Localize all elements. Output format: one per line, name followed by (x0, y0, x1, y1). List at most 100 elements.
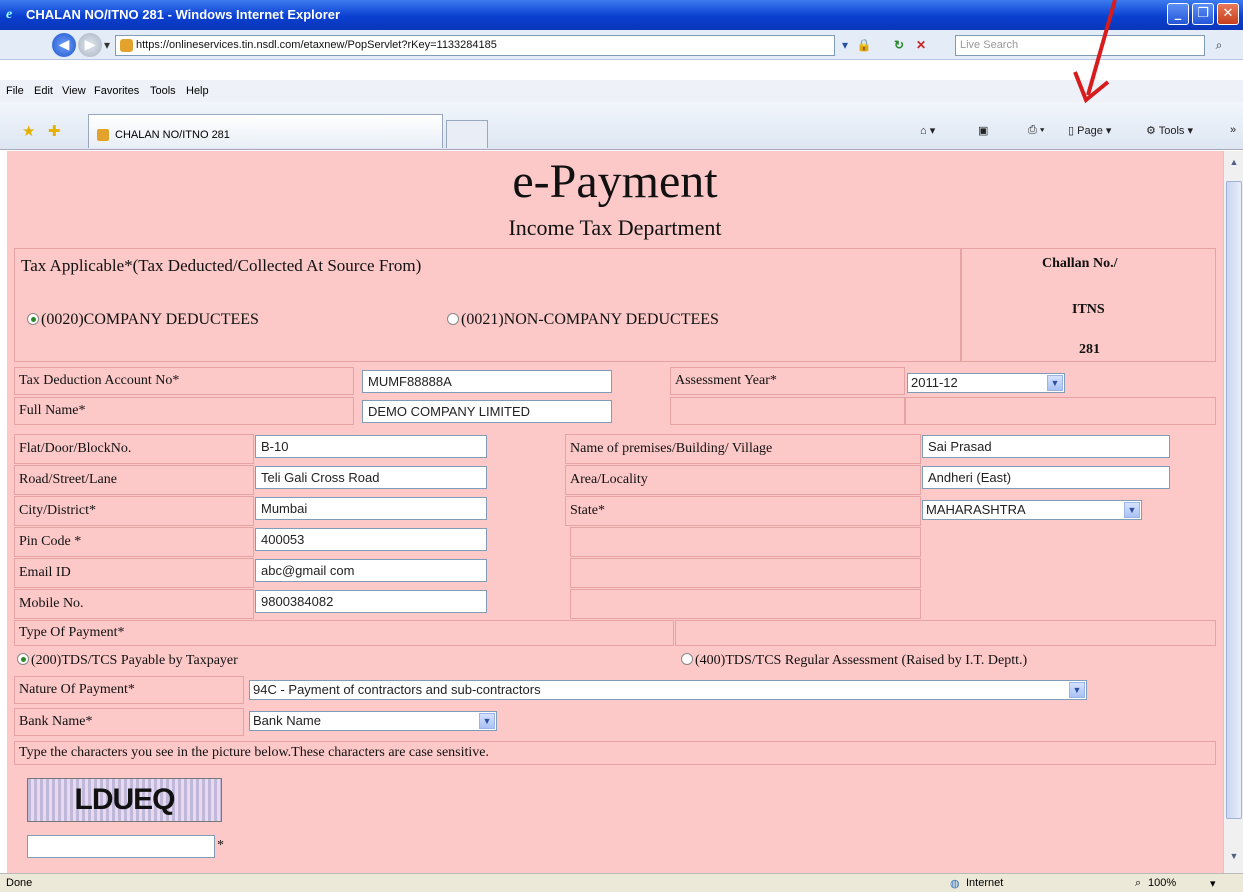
page-icon: ▯ (1068, 125, 1075, 137)
more-chevron-icon[interactable]: » (1230, 124, 1236, 136)
mobile-input[interactable]: 9800384082 (255, 590, 487, 613)
home-icon[interactable]: ⌂ ▾ (920, 124, 935, 137)
captcha-required-mark: * (217, 838, 224, 853)
nature-label: Nature Of Payment* (14, 676, 244, 704)
tan-label: Tax Deduction Account No* (14, 367, 354, 395)
page-title: e-Payment (512, 155, 718, 208)
forward-button[interactable]: ▶ (78, 33, 102, 57)
lock-icon[interactable]: 🔒 (856, 36, 872, 55)
tab-current[interactable]: CHALAN NO/ITNO 281 (88, 114, 443, 148)
road-label: Road/Street/Lane (14, 465, 254, 495)
scrollbar-thumb[interactable] (1226, 181, 1242, 819)
feeds-icon[interactable]: ▣ (978, 124, 988, 137)
add-favorite-icon[interactable]: ✚ (48, 122, 61, 140)
radio-400-regular[interactable]: (400)TDS/TCS Regular Assessment (Raised … (681, 652, 1027, 670)
window-titlebar: e CHALAN NO/ITNO 281 - Windows Internet … (0, 0, 1243, 30)
stop-icon[interactable]: ✕ (912, 36, 930, 55)
radio-selected-icon (27, 313, 39, 325)
area-input[interactable]: Andheri (East) (922, 466, 1170, 489)
history-dropdown-icon[interactable]: ▾ (104, 36, 110, 55)
menu-edit[interactable]: Edit (34, 85, 53, 97)
annotation-arrow (1073, 0, 1117, 104)
page-content: e-Payment Income Tax Department Tax Appl… (7, 151, 1223, 873)
chevron-down-icon: ▼ (1069, 682, 1085, 698)
empty-cell (570, 527, 921, 557)
assessment-year-label: Assessment Year* (670, 367, 905, 395)
flat-input[interactable]: B-10 (255, 435, 487, 458)
menu-view[interactable]: View (62, 85, 86, 97)
nature-select[interactable]: 94C - Payment of contractors and sub-con… (249, 680, 1087, 700)
scroll-up-icon[interactable]: ▲ (1226, 157, 1242, 173)
scroll-down-icon[interactable]: ▼ (1226, 851, 1242, 867)
area-label: Area/Locality (565, 465, 921, 495)
assessment-year-select[interactable]: 2011-12 ▼ (907, 373, 1065, 393)
mobile-label: Mobile No. (14, 589, 254, 619)
menu-tools[interactable]: Tools (150, 85, 176, 97)
tools-menu-button[interactable]: ⚙ Tools ▾ (1146, 124, 1193, 137)
challan-label: Challan No./ (1042, 256, 1118, 271)
tan-input[interactable]: MUMF88888A (362, 370, 612, 393)
new-tab-button[interactable] (446, 120, 488, 148)
radio-200-payable[interactable]: (200)TDS/TCS Payable by Taxpayer (17, 652, 238, 670)
page-menu-button[interactable]: ▯ Page ▾ (1068, 124, 1111, 137)
maximize-button[interactable]: ❐ (1192, 3, 1214, 25)
challan-number: 281 (1079, 342, 1100, 357)
premises-label: Name of premises/Building/ Village (565, 434, 921, 464)
gear-icon: ⚙ (1146, 125, 1156, 137)
zoom-icon: ⌕ (1135, 877, 1142, 889)
search-go-icon[interactable]: ⌕ (1210, 36, 1228, 55)
refresh-icon[interactable]: ↻ (890, 36, 908, 55)
menu-favorites[interactable]: Favorites (94, 85, 139, 97)
status-bar: Done ◍ Internet ⌕ 100% ▾ (0, 873, 1243, 892)
menu-bar: File Edit View Favorites Tools Help (0, 80, 1243, 102)
favorites-star-icon[interactable]: ★ (22, 122, 35, 140)
premises-input[interactable]: Sai Prasad (922, 435, 1170, 458)
status-text: Done (6, 877, 33, 889)
pin-input[interactable]: 400053 (255, 528, 487, 551)
radio-unselected-icon (681, 653, 693, 665)
minimize-button[interactable]: _ (1167, 3, 1189, 25)
captcha-image: LDUEQ (27, 778, 222, 822)
state-select[interactable]: MAHARASHTRA ▼ (922, 500, 1142, 520)
radio-unselected-icon (447, 313, 459, 325)
state-label: State* (565, 496, 921, 526)
empty-cell (905, 397, 1216, 425)
fullname-input[interactable]: DEMO COMPANY LIMITED (362, 400, 612, 423)
menu-help[interactable]: Help (186, 85, 209, 97)
url-input[interactable]: https://onlineservices.tin.nsdl.com/etax… (115, 35, 835, 56)
tab-favicon-icon (97, 129, 109, 141)
tax-applicable-label: Tax Applicable*(Tax Deducted/Collected A… (21, 256, 422, 275)
bank-select[interactable]: Bank Name ▼ (249, 711, 497, 731)
url-dropdown-icon[interactable]: ▾ (838, 36, 852, 55)
radio-company-deductees[interactable]: (0020)COMPANY DEDUCTEES (27, 311, 259, 329)
zoom-dropdown-icon[interactable]: ▾ (1210, 877, 1216, 890)
captcha-instruction: Type the characters you see in the pictu… (14, 741, 1216, 765)
back-button[interactable]: ◀ (52, 33, 76, 57)
flat-label: Flat/Door/BlockNo. (14, 434, 254, 464)
zone-text: Internet (966, 877, 1004, 889)
road-input[interactable]: Teli Gali Cross Road (255, 466, 487, 489)
page-favicon-icon (120, 39, 133, 52)
pin-label: Pin Code * (14, 527, 254, 557)
tab-bar: ★ ✚ CHALAN NO/ITNO 281 ⌂ ▾ ▣ ⎙ ▾ ▯ Page … (0, 102, 1243, 150)
ie-logo-icon: e (6, 7, 13, 22)
captcha-input[interactable] (27, 835, 215, 858)
radio-noncompany-deductees[interactable]: (0021)NON-COMPANY DEDUCTEES (447, 311, 719, 329)
empty-cell (570, 558, 921, 588)
address-bar: ◀ ▶ ▾ https://onlineservices.tin.nsdl.co… (0, 30, 1243, 60)
bank-label: Bank Name* (14, 708, 244, 736)
vertical-scrollbar[interactable]: ▲ ▼ (1223, 151, 1243, 873)
menu-file[interactable]: File (6, 85, 24, 97)
email-label: Email ID (14, 558, 254, 588)
close-button[interactable]: ✕ (1217, 3, 1239, 25)
empty-cell (675, 620, 1216, 646)
page-subtitle: Income Tax Department (508, 215, 722, 240)
empty-cell (570, 589, 921, 619)
zoom-level[interactable]: 100% (1148, 877, 1176, 889)
chevron-down-icon: ▼ (1124, 502, 1140, 518)
email-input[interactable]: abc@gmail com (255, 559, 487, 582)
radio-selected-icon (17, 653, 29, 665)
fullname-label: Full Name* (14, 397, 354, 425)
city-input[interactable]: Mumbai (255, 497, 487, 520)
print-icon[interactable]: ⎙ ▾ (1028, 124, 1044, 137)
